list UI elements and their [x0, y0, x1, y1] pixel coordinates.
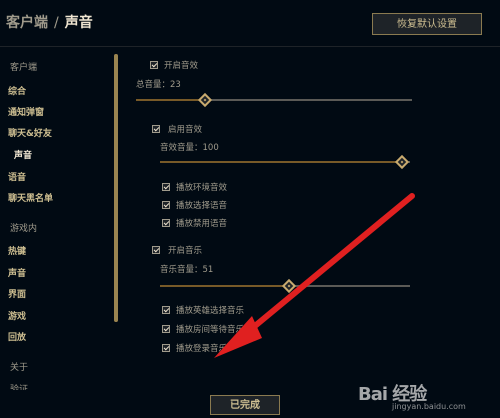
sidebar-item-hotkeys[interactable]: 热键	[8, 244, 26, 257]
pick-voice-label: 播放选择语音	[176, 201, 228, 211]
settings-sidebar: 客户端 综合 通知弹窗 聊天&好友 声音 语音 聊天黑名单 游戏内 热键 声音 …	[0, 50, 118, 395]
lobby-music-label: 播放房间等待音乐	[176, 325, 245, 335]
sidebar-item-voice[interactable]: 语音	[8, 170, 26, 183]
sound-settings-panel: 开启音效 总音量：23 启用音效 音效音量：100 播放环境音效 播放选择语音 …	[120, 50, 500, 390]
reset-defaults-button[interactable]: 恢复默认设置	[372, 13, 482, 35]
sfx-volume-handle[interactable]	[394, 154, 410, 170]
sidebar-item-chat-friends[interactable]: 聊天&好友	[8, 126, 52, 139]
sidebar-item-ingame-sound[interactable]: 声音	[8, 266, 26, 279]
sfx-volume-fill	[160, 161, 400, 163]
champ-select-music-checkbox[interactable]	[162, 306, 170, 314]
breadcrumb-separator: /	[54, 15, 59, 31]
top-header: 客户端 / 声音 恢复默认设置	[0, 0, 500, 47]
sidebar-header-client: 客户端	[10, 63, 38, 73]
scrollbar-thumb[interactable]	[114, 54, 118, 322]
master-volume-handle[interactable]	[197, 92, 213, 108]
enable-music-checkbox[interactable]	[152, 246, 160, 254]
done-button[interactable]: 已完成	[210, 395, 280, 415]
breadcrumb-root[interactable]: 客户端	[6, 15, 48, 31]
master-volume-fill	[136, 99, 200, 101]
sidebar-item-sound[interactable]: 声音	[14, 148, 32, 161]
master-volume-label: 总音量：23	[136, 80, 181, 90]
ambient-sound-label: 播放环境音效	[176, 183, 228, 193]
lobby-music-checkbox[interactable]	[162, 325, 170, 333]
sidebar-header-about: 关于	[10, 363, 29, 373]
login-music-checkbox[interactable]	[162, 344, 170, 352]
music-volume-handle[interactable]	[281, 278, 297, 294]
login-music-label: 播放登录音乐	[176, 344, 228, 354]
breadcrumb-current: 声音	[64, 15, 93, 31]
enable-sfx-checkbox[interactable]	[152, 125, 160, 133]
sidebar-item-notifications[interactable]: 通知弹窗	[8, 105, 44, 118]
sidebar-item-interface[interactable]: 界面	[8, 287, 26, 300]
enable-sound-label: 开启音效	[164, 61, 199, 71]
sfx-volume-label: 音效音量：100	[160, 143, 219, 153]
baidu-watermark-url: jingyan.baidu.com	[392, 402, 466, 411]
page-title: 客户端 / 声音	[6, 12, 93, 32]
champ-select-music-label: 播放英雄选择音乐	[176, 306, 245, 316]
sidebar-item-replays[interactable]: 回放	[8, 330, 26, 343]
sidebar-header-ingame: 游戏内	[10, 224, 38, 234]
music-volume-label: 音乐音量：51	[160, 265, 214, 275]
music-volume-fill	[160, 285, 288, 287]
sidebar-item-chat-blocklist[interactable]: 聊天黑名单	[8, 191, 53, 204]
enable-music-label: 开启音乐	[168, 246, 203, 256]
pick-voice-checkbox[interactable]	[162, 201, 170, 209]
sidebar-item-game[interactable]: 游戏	[8, 309, 26, 322]
ban-voice-checkbox[interactable]	[162, 219, 170, 227]
sidebar-item-general[interactable]: 综合	[8, 84, 26, 97]
ban-voice-label: 播放禁用语音	[176, 219, 228, 229]
ambient-sound-checkbox[interactable]	[162, 183, 170, 191]
enable-sfx-label: 启用音效	[168, 125, 203, 135]
enable-sound-checkbox[interactable]	[150, 61, 158, 69]
